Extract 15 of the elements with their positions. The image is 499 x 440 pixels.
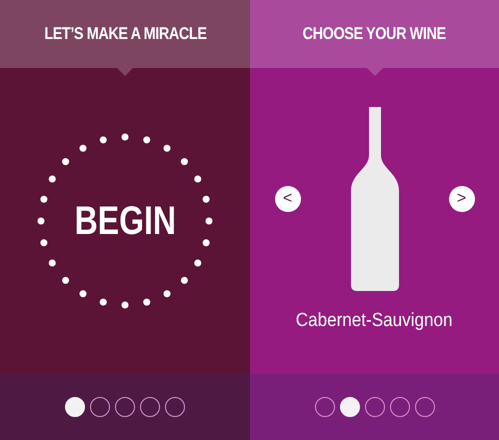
previous-button[interactable]: < [274, 186, 300, 212]
pager-dot[interactable] [90, 397, 110, 417]
pager-dot[interactable] [140, 397, 160, 417]
header-title: LET’S MAKE A MIRACLE [44, 23, 206, 46]
pager-dot[interactable] [314, 397, 334, 417]
pager-dot[interactable] [165, 397, 185, 417]
pager-dot[interactable] [390, 397, 410, 417]
pager-dot[interactable] [115, 397, 135, 417]
bottle-icon [350, 106, 398, 291]
pager-dot[interactable] [414, 397, 434, 417]
header-title: CHOOSE YOUR WINE [302, 23, 446, 46]
pager-dot[interactable] [364, 397, 384, 417]
wine-name: Cabernet-Sauvignon [296, 308, 453, 333]
begin-button[interactable]: BEGIN [74, 201, 176, 241]
next-button[interactable]: > [448, 186, 474, 212]
